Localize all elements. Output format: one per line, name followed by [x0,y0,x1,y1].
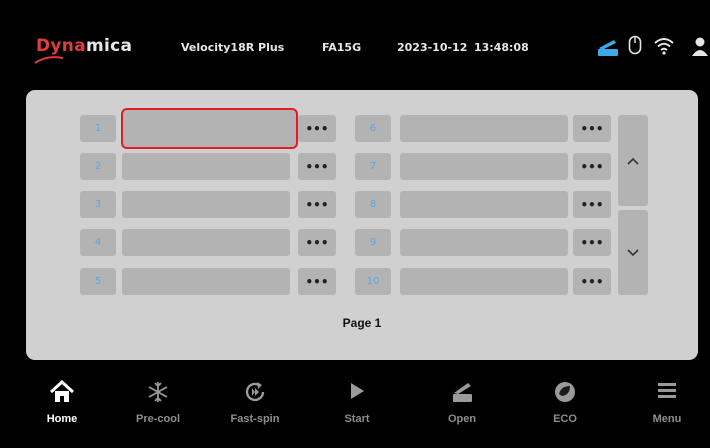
program-slot-1-selected[interactable] [121,108,298,149]
menu-icon [658,383,676,398]
program-slot-3[interactable] [122,191,290,218]
nav-label-pre-cool: Pre-cool [135,413,180,425]
program-number-2: 2 [80,153,116,180]
chevron-down-icon [627,248,639,256]
nav-label-eco: ECO [553,413,577,425]
nav-fast-spin[interactable]: Fast-spin [215,370,295,440]
program-options-button-2[interactable]: ••• [298,153,336,180]
home-icon [49,380,75,402]
logo-text-white: mica [85,36,133,56]
date: 2023-10-12 [397,41,468,54]
program-slot-6[interactable] [400,115,568,142]
nav-start[interactable]: Start [317,370,397,440]
logo-swoosh-icon [34,56,64,64]
bottom-nav: Home Pre-cool Fast-spin Start Open ECO M… [0,370,710,448]
fast-spin-icon [245,382,265,402]
program-slot-4[interactable] [122,229,290,256]
open-lid-icon [453,383,472,402]
program-panel: 1 ••• 2 ••• 3 ••• 4 ••• 5 ••• 6 ••• 7 ••… [26,90,698,360]
program-number-10: 10 [355,268,391,295]
nav-label-home: Home [46,413,78,425]
nav-label-menu: Menu [652,413,682,425]
program-slot-2[interactable] [122,153,290,180]
nav-menu[interactable]: Menu [627,370,707,440]
program-options-button-4[interactable]: ••• [298,229,336,256]
page-up-button[interactable] [618,115,648,206]
program-options-button-6[interactable]: ••• [573,115,611,142]
brand-logo: Dynamica [36,36,132,56]
program-number-9: 9 [355,229,391,256]
machine-code: FA15G [322,41,362,54]
program-options-button-8[interactable]: ••• [573,191,611,218]
program-number-5: 5 [80,268,116,295]
program-slot-5[interactable] [122,268,290,295]
program-options-button-10[interactable]: ••• [573,268,611,295]
snowflake-icon [148,382,168,402]
machine-model: Velocity18R Plus [181,41,285,54]
nav-pre-cool[interactable]: Pre-cool [118,370,198,440]
open-lid-icon [598,40,618,56]
nav-label-start: Start [344,413,370,425]
chevron-up-icon [627,157,639,165]
program-options-button-3[interactable]: ••• [298,191,336,218]
program-options-button-1[interactable]: ••• [298,115,336,142]
nav-home[interactable]: Home [22,370,102,440]
page-down-button[interactable] [618,210,648,295]
page-indicator: Page 1 [342,316,382,330]
program-number-1: 1 [80,115,116,142]
wifi-icon [654,38,674,55]
program-options-button-7[interactable]: ••• [573,153,611,180]
nav-label-fast-spin: Fast-spin [230,413,280,425]
mouse-icon [628,35,642,55]
program-options-button-5[interactable]: ••• [298,268,336,295]
program-slot-7[interactable] [400,153,568,180]
play-icon [351,383,364,399]
eco-icon [555,382,575,402]
program-slot-10[interactable] [400,268,568,295]
program-number-3: 3 [80,191,116,218]
program-options-button-9[interactable]: ••• [573,229,611,256]
program-slot-9[interactable] [400,229,568,256]
nav-label-open: Open [447,413,477,425]
time: 13:48:08 [474,41,529,54]
program-number-6: 6 [355,115,391,142]
nav-open[interactable]: Open [422,370,502,440]
nav-eco[interactable]: ECO [525,370,605,440]
user-icon[interactable] [690,36,710,58]
program-number-7: 7 [355,153,391,180]
logo-text-red: Dyna [36,36,86,56]
status-bar: Dynamica Velocity18R Plus FA15G 2023-10-… [0,0,710,80]
program-number-8: 8 [355,191,391,218]
program-slot-8[interactable] [400,191,568,218]
program-number-4: 4 [80,229,116,256]
